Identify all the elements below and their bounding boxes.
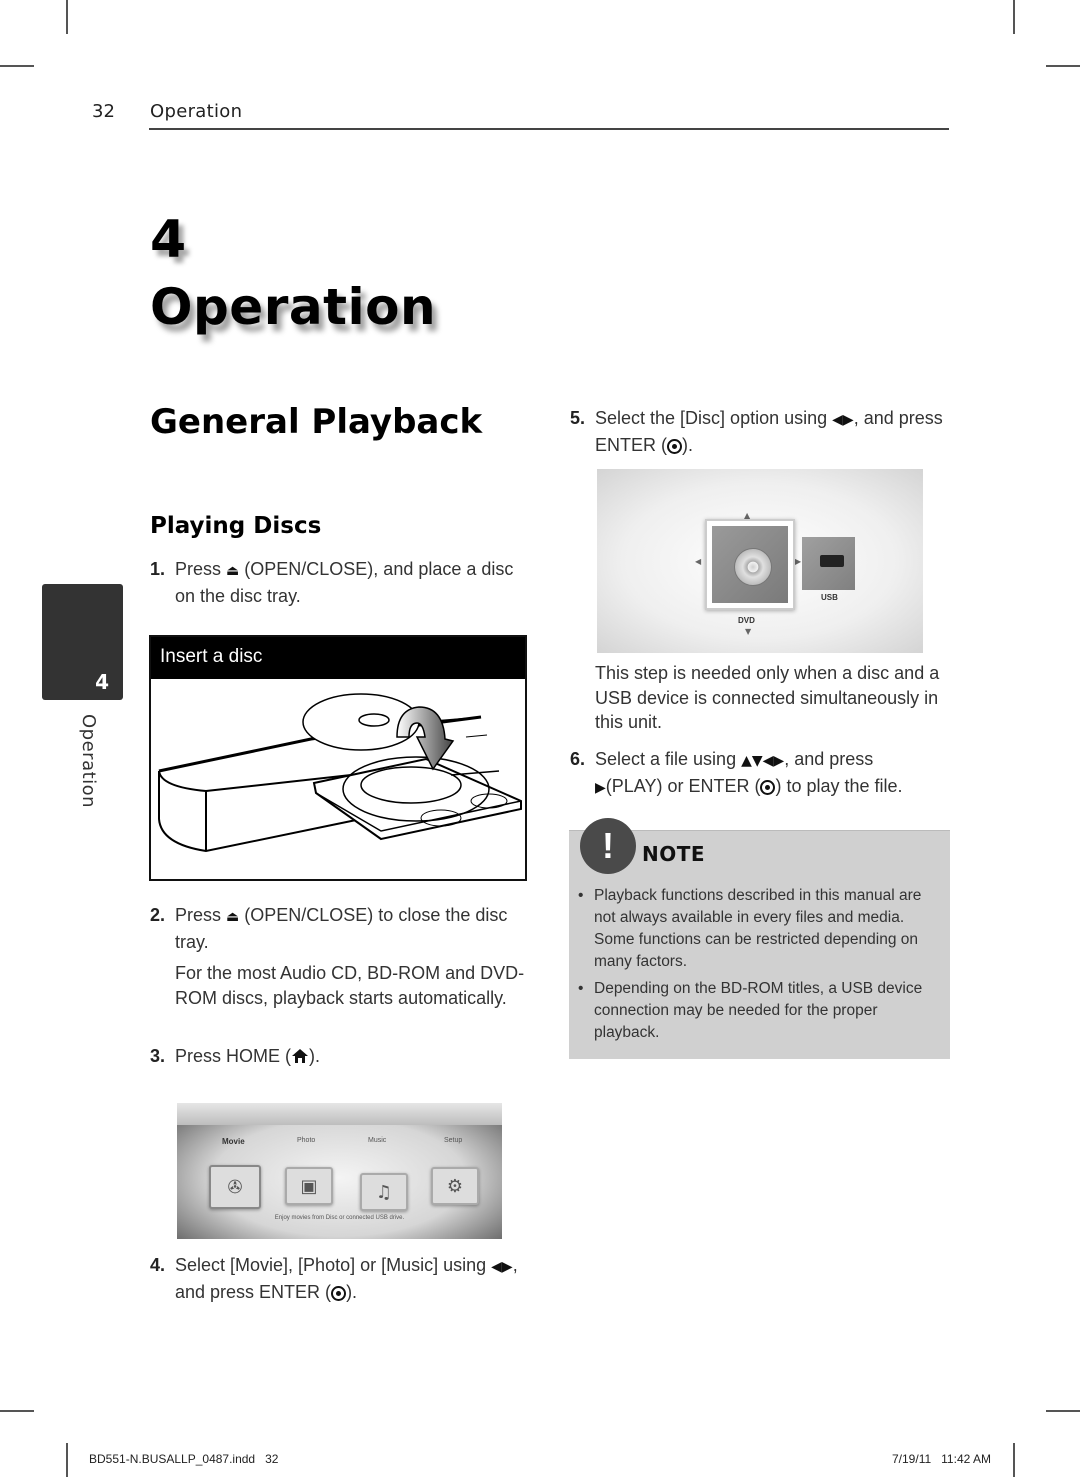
dvd-label: DVD <box>738 616 755 625</box>
crop-mark <box>0 1410 34 1412</box>
footer-timestamp: 7/19/11 11:42 AM <box>892 1452 991 1466</box>
step-text: Select [Movie], [Photo] or [Music] using <box>175 1255 487 1275</box>
step-2: 2. Press ⏏ (OPEN/CLOSE) to close the dis… <box>150 903 530 1010</box>
photo-icon: ▣ <box>285 1167 333 1205</box>
step-text: , and press <box>784 749 874 769</box>
crop-mark <box>0 65 34 67</box>
left-right-arrows-icon: ◀▶ <box>832 412 854 428</box>
home-menu-item-music: Music <box>368 1137 387 1144</box>
enter-icon <box>667 438 682 454</box>
insert-disc-figure: Insert a disc <box>149 635 527 881</box>
step-text: Press <box>175 905 222 925</box>
step-number: 3. <box>150 1046 166 1066</box>
left-right-arrows-icon: ◀▶ <box>491 1259 513 1275</box>
menu-top-band <box>177 1103 502 1125</box>
step-number: 1. <box>150 559 166 579</box>
header-rule <box>149 128 949 130</box>
arrow-down-icon: ▼ <box>745 627 752 636</box>
crop-mark <box>66 1443 68 1477</box>
home-menu-item-setup: Setup <box>444 1137 463 1144</box>
step-text: ). <box>309 1046 321 1066</box>
step-note: For the most Audio CD, BD-ROM and DVD-RO… <box>175 963 525 1008</box>
gear-icon: ⚙ <box>431 1167 479 1205</box>
enter-icon <box>760 779 776 795</box>
home-menu-item-photo: Photo <box>297 1137 316 1144</box>
arrow-left-icon: ◀ <box>695 557 702 566</box>
exclamation-icon: ! <box>580 818 636 874</box>
step-text: Press HOME ( <box>175 1046 292 1066</box>
home-menu-item-movie: Movie <box>222 1137 245 1146</box>
step-4: 4. Select [Movie], [Photo] or [Music] us… <box>150 1253 530 1304</box>
crop-mark <box>66 0 68 34</box>
disc-icon <box>734 548 772 586</box>
play-icon: ▶ <box>595 779 606 796</box>
step-text: ). <box>346 1281 358 1302</box>
note-text: Depending on the BD-ROM titles, a USB de… <box>594 980 923 1041</box>
enter-icon <box>331 1285 347 1301</box>
step-text: (PLAY) or ENTER ( <box>605 775 761 796</box>
disc-option-usb <box>802 537 855 590</box>
note-text: Playback functions described in this man… <box>594 887 922 970</box>
step-number: 2. <box>150 905 166 925</box>
arrow-right-icon: ▶ <box>795 557 802 566</box>
direction-arrows-icon: ▲▼◀▶ <box>741 753 785 769</box>
crop-mark <box>1013 1443 1015 1477</box>
music-note-icon: ♫ <box>360 1173 408 1211</box>
step-note: This step is needed only when a disc and… <box>595 663 940 732</box>
figure-caption: Insert a disc <box>151 637 525 679</box>
running-header-section: Operation <box>150 101 243 122</box>
footer-file-info: BD551-N.BUSALLP_0487.indd 32 <box>89 1452 279 1466</box>
note-item: • Depending on the BD-ROM titles, a USB … <box>578 978 944 1044</box>
disc-select-screenshot: ▲ ◀ ▶ USB DVD ▼ <box>597 469 923 653</box>
home-menu-screenshot: Movie Photo Music Setup ✇ ▣ ♫ ⚙ Enjoy mo… <box>177 1103 502 1239</box>
step-text: ). <box>682 434 693 455</box>
step-text: ) to play the file. <box>775 775 903 796</box>
step-number: 4. <box>150 1255 166 1275</box>
crop-mark <box>1046 65 1080 67</box>
film-reel-icon: ✇ <box>209 1165 261 1209</box>
usb-plug-icon <box>820 555 844 567</box>
step-5-note: This step is needed only when a disc and… <box>570 661 950 735</box>
section-title: General Playback <box>150 402 483 442</box>
chapter-title: Operation <box>150 278 437 336</box>
crop-mark <box>1046 1410 1080 1412</box>
chapter-number: 4 <box>150 210 187 270</box>
disc-option-dvd <box>705 519 795 610</box>
step-5: 5. Select the [Disc] option using ◀▶, an… <box>570 406 950 457</box>
home-icon <box>292 1049 309 1063</box>
step-1: 1. Press ⏏ (OPEN/CLOSE), and place a dis… <box>150 557 530 608</box>
subsection-title: Playing Discs <box>150 513 322 539</box>
step-text: Select the [Disc] option using <box>595 408 828 428</box>
chapter-tab: 4 <box>42 584 123 700</box>
step-text: (OPEN/CLOSE) to close the disc tray. <box>175 905 508 952</box>
bullet: • <box>578 887 584 904</box>
crop-mark <box>1013 0 1015 34</box>
step-number: 6. <box>570 749 586 769</box>
step-text: Press <box>175 559 222 579</box>
eject-icon: ⏏ <box>226 563 240 579</box>
eject-icon: ⏏ <box>226 909 240 925</box>
note-list: • Playback functions described in this m… <box>578 885 944 1049</box>
note-title: NOTE <box>642 842 706 866</box>
chapter-tab-label: Operation <box>78 714 99 809</box>
step-text: Select a file using <box>595 749 737 769</box>
step-3: 3. Press HOME (). <box>150 1044 530 1069</box>
usb-label: USB <box>821 593 838 602</box>
chapter-tab-number: 4 <box>95 670 109 694</box>
home-menu-caption: Enjoy movies from Disc or connected USB … <box>274 1215 405 1221</box>
step-number: 5. <box>570 408 586 428</box>
bullet: • <box>578 980 584 997</box>
disc-tray-illustration <box>158 693 522 853</box>
page-number: 32 <box>92 101 115 122</box>
note-item: • Playback functions described in this m… <box>578 885 944 973</box>
step-6: 6. Select a file using ▲▼◀▶, and press ▶… <box>570 747 950 800</box>
